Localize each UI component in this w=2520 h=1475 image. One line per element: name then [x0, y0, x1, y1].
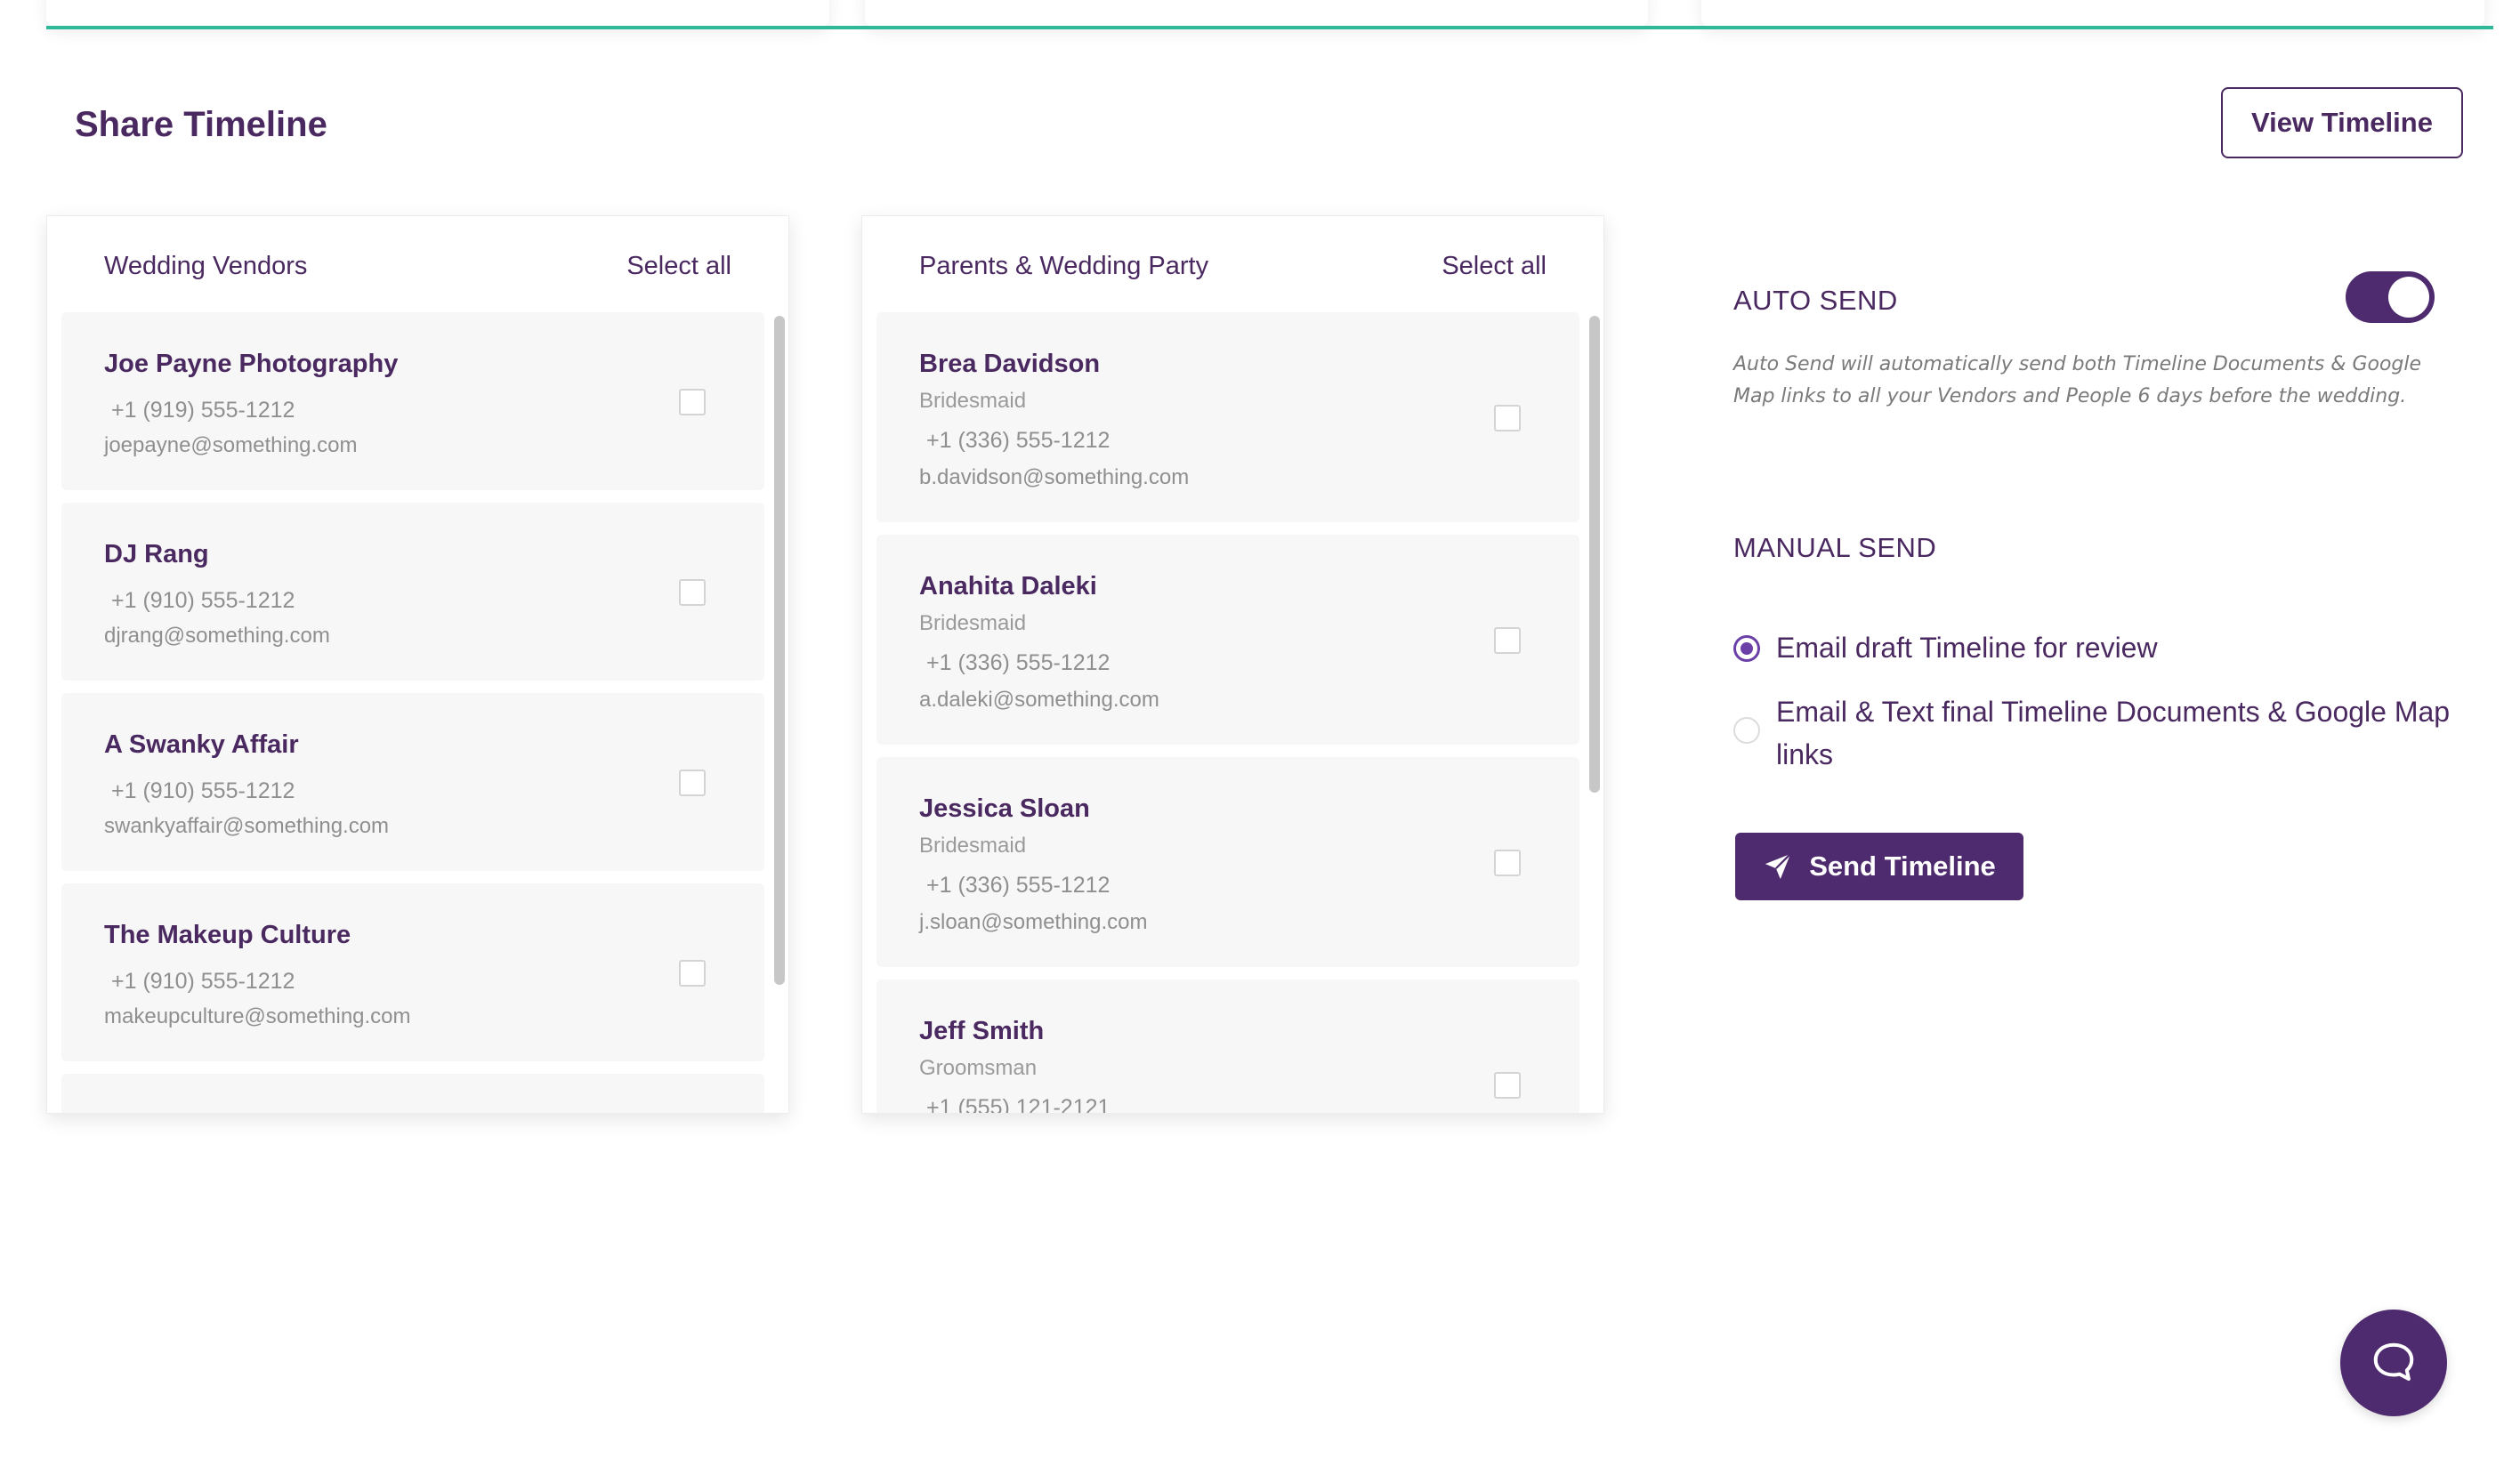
person-phone: +1 (336) 555-1212	[926, 873, 1111, 898]
auto-send-label: AUTO SEND	[1733, 285, 1898, 316]
vendor-name: Joe Payne Photography	[104, 350, 399, 378]
view-timeline-button[interactable]: View Timeline	[2221, 87, 2463, 158]
person-email: a.daleki@something.com	[919, 688, 1159, 712]
page-title: Share Timeline	[75, 105, 327, 144]
vendors-panel-title: Wedding Vendors	[104, 252, 308, 280]
active-tab-indicator	[46, 26, 2493, 29]
party-list: Brea Davidson Bridesmaid +1 (336) 555-12…	[876, 312, 1579, 1113]
person-phone: +1 (336) 555-1212	[926, 428, 1111, 453]
party-card[interactable]: Anahita Daleki Bridesmaid +1 (336) 555-1…	[876, 535, 1579, 745]
vendor-card[interactable]	[61, 1074, 764, 1113]
vendor-email: swankyaffair@something.com	[104, 814, 390, 838]
chat-button[interactable]	[2340, 1310, 2447, 1416]
radio-label: Email draft Timeline for review	[1776, 632, 2158, 664]
manual-send-label: MANUAL SEND	[1733, 532, 1937, 563]
party-card[interactable]: Jessica Sloan Bridesmaid +1 (336) 555-12…	[876, 757, 1579, 967]
person-phone: +1 (336) 555-1212	[926, 650, 1111, 675]
person-name: Jeff Smith	[919, 1017, 1045, 1045]
vendors-scroll-thumb[interactable]	[774, 316, 785, 985]
person-checkbox[interactable]	[1494, 627, 1521, 654]
vendor-card[interactable]: The Makeup Culture +1 (910) 555-1212 mak…	[61, 883, 764, 1061]
vendor-email: makeupculture@something.com	[104, 1004, 411, 1028]
party-scroll-thumb[interactable]	[1589, 316, 1600, 793]
top-card	[46, 0, 829, 27]
send-timeline-button[interactable]: Send Timeline	[1735, 833, 2023, 900]
person-name: Jessica Sloan	[919, 794, 1090, 823]
vendor-card[interactable]: DJ Rang +1 (910) 555-1212 djrang@somethi…	[61, 503, 764, 681]
vendor-card[interactable]: Joe Payne Photography +1 (919) 555-1212 …	[61, 312, 764, 490]
party-panel-header: Parents & Wedding Party Select all	[862, 216, 1603, 316]
top-card	[865, 0, 1648, 27]
person-role: Bridesmaid	[919, 389, 1027, 413]
vendor-checkbox[interactable]	[679, 389, 706, 415]
vendor-email: djrang@something.com	[104, 624, 330, 648]
person-name: Anahita Daleki	[919, 572, 1097, 600]
vendor-name: A Swanky Affair	[104, 730, 299, 759]
radio-button[interactable]	[1733, 717, 1760, 744]
person-name: Brea Davidson	[919, 350, 1101, 378]
vendor-checkbox[interactable]	[679, 579, 706, 606]
vendor-checkbox[interactable]	[679, 960, 706, 987]
vendors-scrollbar[interactable]	[774, 316, 785, 1113]
party-card[interactable]: Brea Davidson Bridesmaid +1 (336) 555-12…	[876, 312, 1579, 522]
send-timeline-label: Send Timeline	[1809, 850, 1996, 882]
share-timeline-page: Share Timeline View Timeline Wedding Ven…	[0, 0, 2520, 1475]
vendor-email: joepayne@something.com	[104, 433, 358, 457]
person-phone: +1 (555) 121-2121	[926, 1095, 1111, 1114]
vendor-name: The Makeup Culture	[104, 921, 351, 949]
vendor-name: DJ Rang	[104, 540, 209, 568]
vendor-phone: +1 (919) 555-1212	[111, 398, 295, 423]
vendor-card[interactable]: A Swanky Affair +1 (910) 555-1212 swanky…	[61, 693, 764, 871]
vendor-checkbox[interactable]	[679, 770, 706, 796]
person-email: b.davidson@something.com	[919, 465, 1190, 489]
vendor-phone: +1 (910) 555-1212	[111, 969, 295, 994]
vendor-phone: +1 (910) 555-1212	[111, 778, 295, 803]
party-panel-title: Parents & Wedding Party	[919, 252, 1209, 280]
paper-plane-icon	[1765, 853, 1792, 880]
radio-label: Email & Text final Timeline Documents & …	[1776, 696, 2451, 770]
person-checkbox[interactable]	[1494, 405, 1521, 431]
person-checkbox[interactable]	[1494, 850, 1521, 876]
chat-bubble-icon	[2373, 1342, 2414, 1382]
vendors-panel: Wedding Vendors Select all Joe Payne Pho…	[46, 215, 789, 1114]
party-select-all[interactable]: Select all	[1442, 252, 1547, 281]
person-role: Bridesmaid	[919, 611, 1027, 635]
vendors-select-all[interactable]: Select all	[626, 252, 731, 281]
top-card	[1701, 0, 2484, 27]
vendors-panel-header: Wedding Vendors Select all	[47, 216, 788, 316]
auto-send-toggle[interactable]	[2346, 271, 2435, 323]
toggle-knob	[2388, 277, 2429, 318]
party-panel: Parents & Wedding Party Select all Brea …	[861, 215, 1604, 1114]
person-role: Bridesmaid	[919, 834, 1027, 858]
party-scrollbar[interactable]	[1589, 316, 1600, 1113]
vendor-phone: +1 (910) 555-1212	[111, 588, 295, 613]
person-checkbox[interactable]	[1494, 1072, 1521, 1099]
manual-option-draft[interactable]: Email draft Timeline for review	[1733, 626, 2452, 669]
party-card[interactable]: Jeff Smith Groomsman +1 (555) 121-2121	[876, 979, 1579, 1114]
person-role: Groomsman	[919, 1056, 1038, 1080]
person-email: j.sloan@something.com	[919, 910, 1148, 934]
vendors-list: Joe Payne Photography +1 (919) 555-1212 …	[61, 312, 764, 1113]
manual-option-final[interactable]: Email & Text final Timeline Documents & …	[1733, 690, 2452, 776]
radio-button[interactable]	[1733, 635, 1760, 662]
auto-send-description: Auto Send will automatically send both T…	[1733, 353, 2422, 407]
